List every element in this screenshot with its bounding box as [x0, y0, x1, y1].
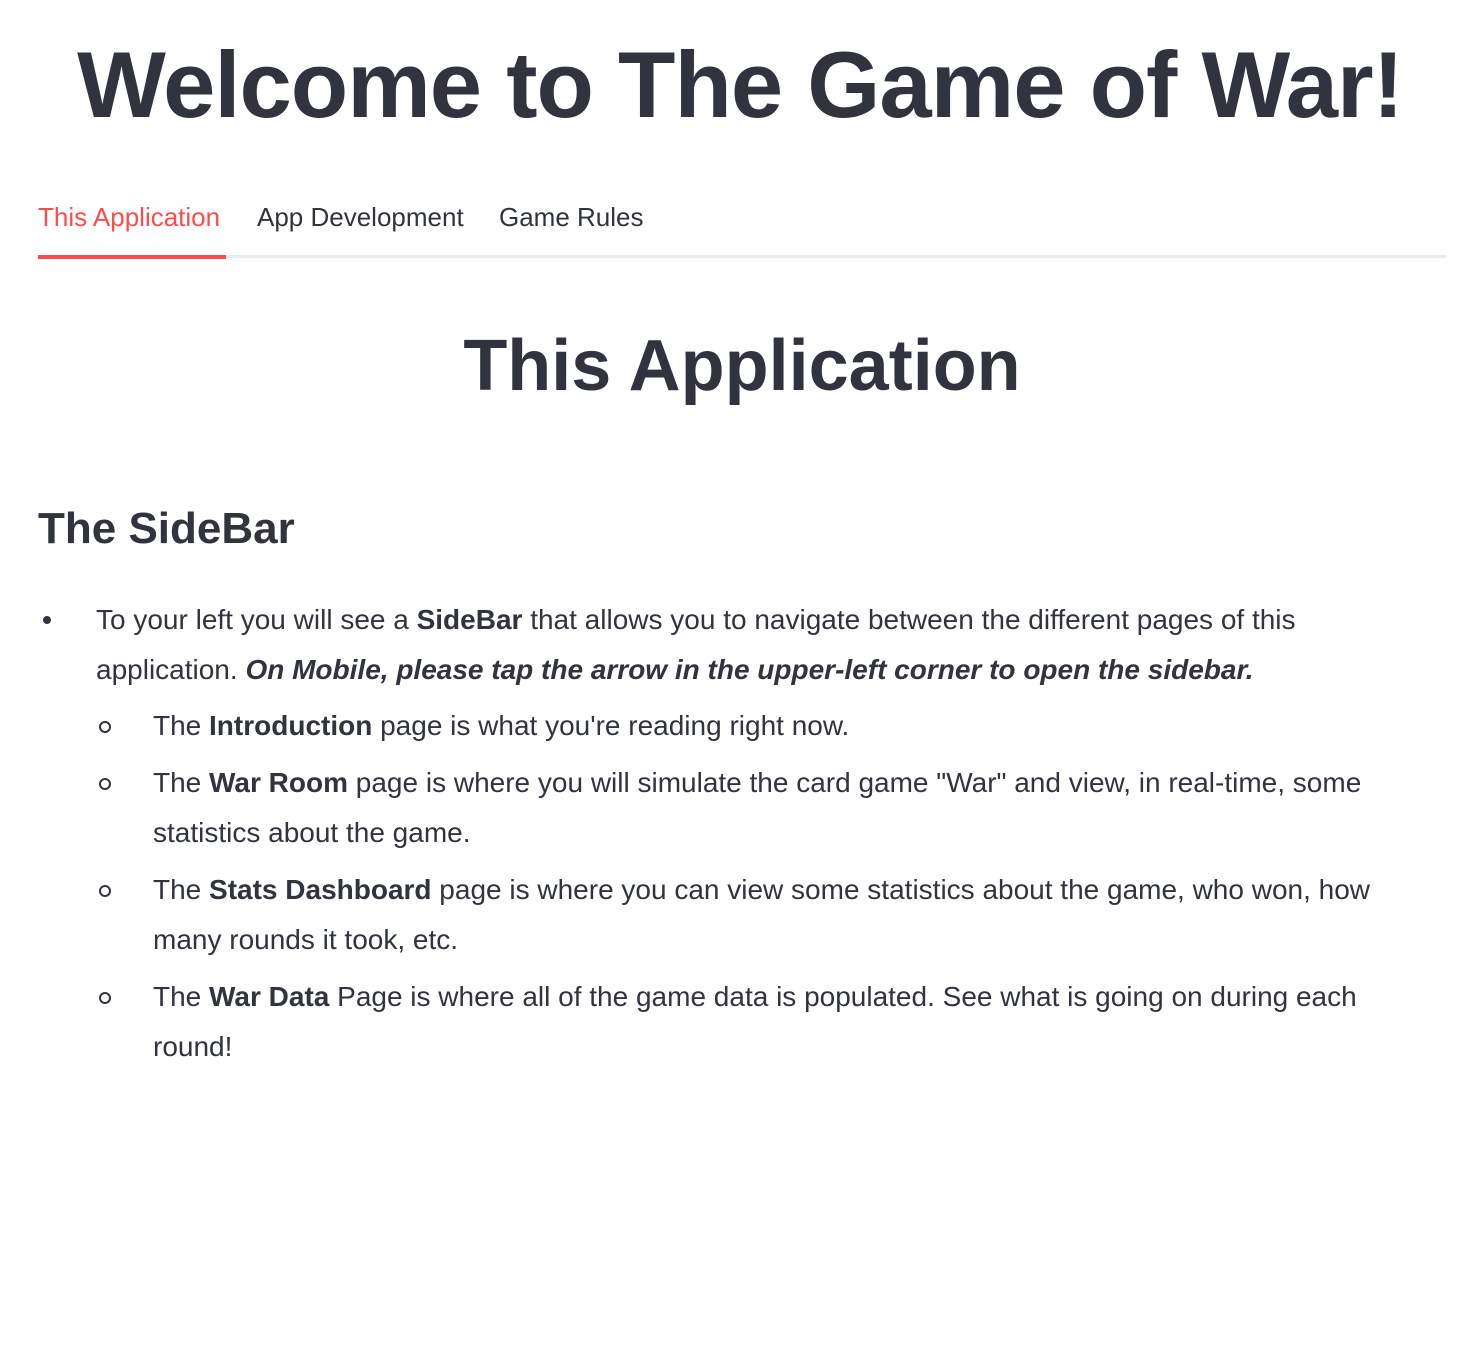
list-item-war-room: The War Room page is where you will simu…: [96, 758, 1443, 858]
bullet-text-intro: To your left you will see a: [96, 604, 417, 635]
section-title: This Application: [463, 326, 1021, 406]
tab-bar: This Application App Development Game Ru…: [38, 190, 1446, 260]
sub-bullet-text: Page is where all of the game data is po…: [153, 981, 1357, 1062]
page-title: Welcome to The Game of War!: [77, 32, 1404, 137]
list-item-introduction: The Introduction page is what you're rea…: [96, 701, 1443, 751]
sub-bullet-prefix: The: [153, 710, 210, 741]
tab-game-rules[interactable]: Game Rules: [499, 200, 644, 234]
tab-this-application[interactable]: This Application: [38, 200, 220, 234]
page: Welcome to The Game of War! This Applica…: [0, 0, 1466, 1366]
sub-bullet-text: page is what you're reading right now.: [372, 710, 850, 741]
list-item-sidebar: To your left you will see a SideBar that…: [38, 595, 1443, 1072]
sub-bullet-prefix: The: [153, 981, 210, 1012]
sub-bullet-list: The Introduction page is what you're rea…: [96, 701, 1443, 1072]
sub-bullet-bold: Introduction: [209, 710, 373, 741]
content-body: To your left you will see a SideBar that…: [38, 595, 1443, 1079]
mobile-note: On Mobile, please tap the arrow in the u…: [245, 654, 1254, 685]
sub-bullet-prefix: The: [153, 767, 210, 798]
tab-divider: [38, 255, 1446, 258]
sidebar-subheading: The SideBar: [38, 504, 295, 553]
list-item-war-data: The War Data Page is where all of the ga…: [96, 972, 1443, 1072]
bullet-bold-sidebar: SideBar: [416, 604, 523, 635]
sub-bullet-bold: War Data: [209, 981, 330, 1012]
tab-app-development[interactable]: App Development: [257, 200, 464, 234]
bullet-list: To your left you will see a SideBar that…: [38, 595, 1443, 1072]
sub-bullet-prefix: The: [153, 874, 210, 905]
sub-bullet-bold: Stats Dashboard: [209, 874, 432, 905]
list-item-stats-dashboard: The Stats Dashboard page is where you ca…: [96, 865, 1443, 965]
sub-bullet-bold: War Room: [209, 767, 348, 798]
active-tab-indicator: [38, 255, 226, 259]
